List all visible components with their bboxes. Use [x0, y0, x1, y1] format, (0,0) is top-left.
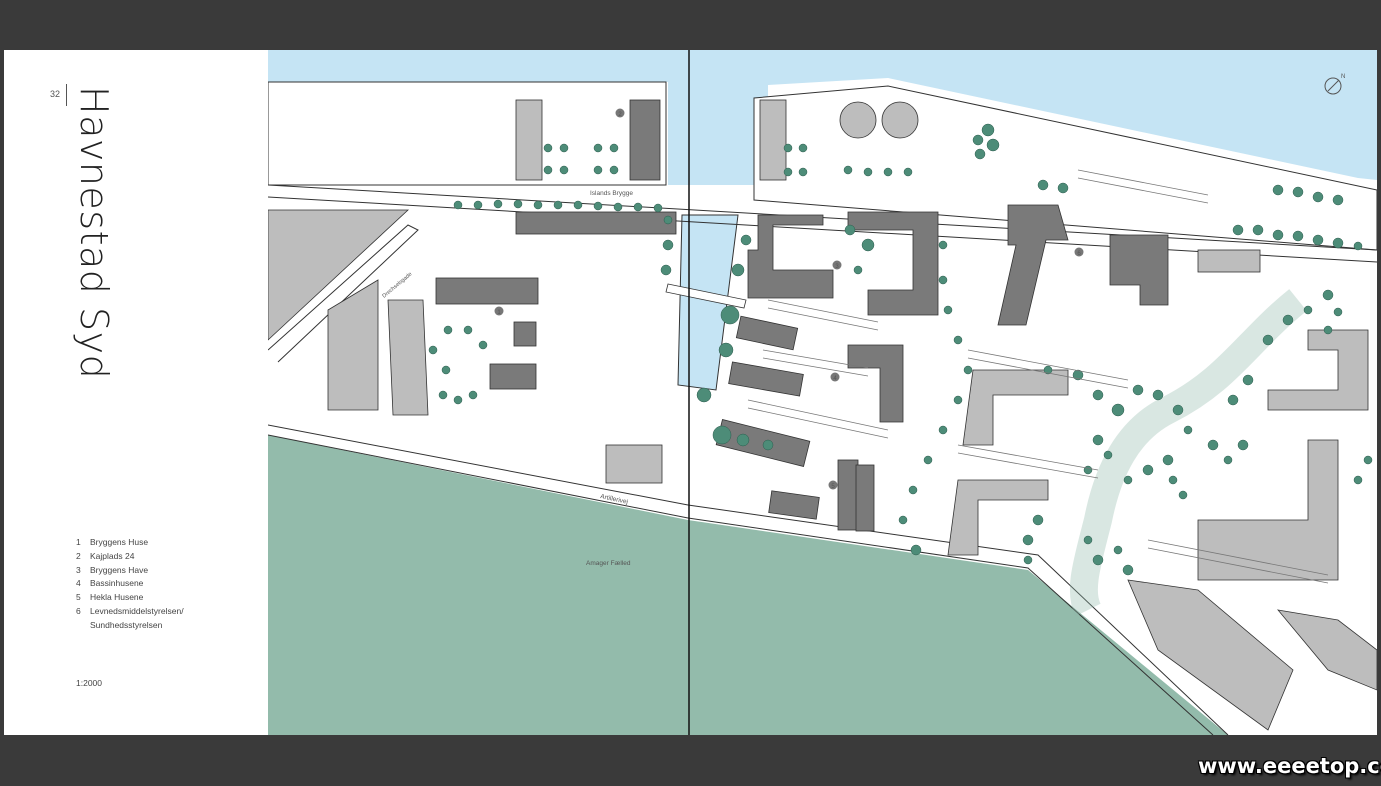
building-block: [735, 315, 799, 351]
quay-building: [515, 99, 543, 181]
silo: [881, 101, 919, 139]
building-block: [435, 277, 539, 305]
building-block: [847, 344, 904, 423]
legend-item: 1 Bryggens Huse: [76, 537, 149, 547]
site-marker-5: 5: [828, 480, 838, 490]
building-block: [847, 211, 939, 316]
building-block: [962, 369, 1069, 446]
harbour-water-upper-left: [268, 50, 668, 82]
quay-building: [629, 99, 661, 181]
map-svg: 1 2 3 4 5 6 Islands Brygge Artillerivej …: [268, 50, 1377, 735]
legend-item: 4 Bassinhusene: [76, 578, 144, 589]
building-block: [1197, 249, 1261, 273]
building-block: [855, 464, 875, 532]
page-title: Havnestad Syd: [72, 86, 116, 380]
quay-land-left: [268, 81, 667, 186]
building-block: [947, 479, 1049, 556]
page-number-divider: [66, 84, 67, 106]
building-block: [1109, 234, 1169, 306]
left-page: 32 Havnestad Syd 1 Bryggens Huse 2 Kajplad…: [4, 50, 268, 735]
building-block: [997, 204, 1069, 326]
site-marker-3: 3: [832, 260, 842, 270]
quay-building: [759, 99, 787, 181]
building-block: [489, 363, 537, 390]
site-marker-4: 4: [830, 372, 840, 382]
silo: [839, 101, 877, 139]
ground-area-b: [327, 279, 379, 411]
building-block: [1267, 329, 1369, 411]
svg-text:N: N: [1341, 74, 1345, 80]
building-block: [515, 211, 677, 235]
ground-area-d: [605, 444, 663, 484]
building-block: [837, 459, 859, 531]
map-scale: 1:2000: [76, 678, 102, 688]
page-number: 32: [50, 89, 61, 99]
site-marker-1: 1: [494, 306, 504, 316]
building-block: [728, 361, 804, 397]
building-block: [715, 419, 811, 467]
building-block: [513, 321, 537, 347]
watermark: www.eeeetop.com: [1198, 754, 1381, 778]
label-drechselsgade: Drechselsgade: [381, 271, 413, 299]
harbour-basin: [668, 50, 758, 185]
legend-item: 6 Levnedsmiddelstyrelsen/: [76, 605, 184, 616]
legend-item: 3 Bryggens Have: [76, 564, 149, 575]
site-plan-map[interactable]: 1 2 3 4 5 6 Islands Brygge Artillerivej …: [268, 50, 1377, 735]
legend-item: Sundhedsstyrelsen: [90, 619, 163, 630]
label-islands-brygge: Islands Brygge: [590, 190, 633, 197]
viewer-top-bar: [0, 0, 1381, 50]
building-block: [1277, 609, 1377, 691]
ground-area-c: [387, 299, 429, 416]
legend-item: 2 Kajplads 24: [76, 550, 135, 561]
map-legend: 1 Bryggens Huse 2 Kajplads 24 3 Bryggens Ha…: [76, 536, 184, 633]
legend-item: 5 Hekla Husene: [76, 592, 144, 603]
building-block: [768, 490, 820, 520]
building-block: [1197, 439, 1339, 581]
site-marker-6: 6: [1074, 247, 1084, 257]
label-amager-faelled: Amager Fælled: [586, 560, 631, 567]
